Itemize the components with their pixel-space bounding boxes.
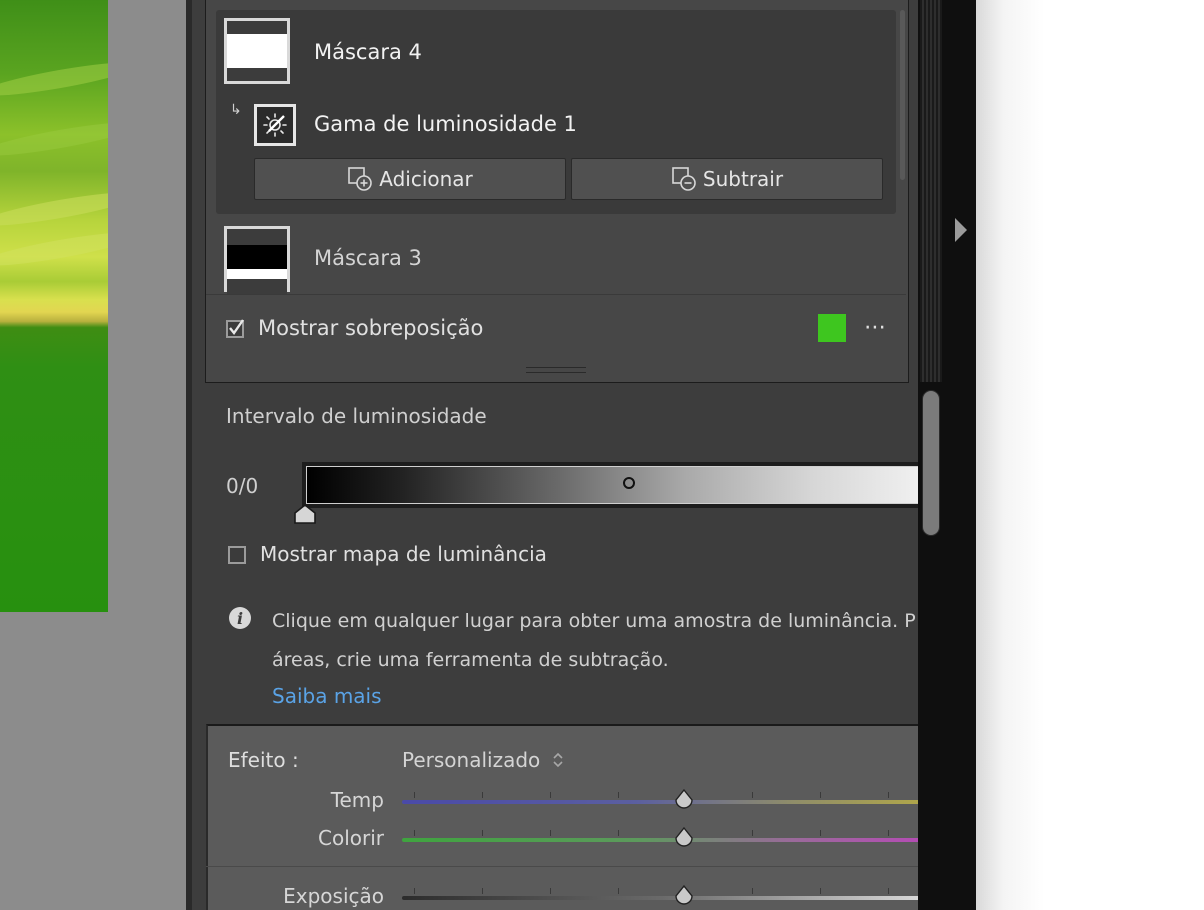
exposure-slider-knob[interactable] [673,885,695,907]
mask-list-divider [206,294,906,295]
slider-tick [752,792,753,798]
sub-component-name[interactable]: Gama de luminosidade 1 [314,112,577,136]
show-overlay-label[interactable]: Mostrar sobreposição [258,316,483,340]
add-mask-icon [347,166,373,192]
slider-tick [618,830,619,836]
slider-tick [414,830,415,836]
panel-grip[interactable] [920,0,942,382]
slider-tick [618,792,619,798]
window-background [976,0,1204,910]
exposure-slider-label: Exposição [283,884,384,908]
updown-chevron-icon[interactable] [552,751,564,769]
slider-tick [414,888,415,894]
luminance-gradient-bar[interactable] [302,462,918,508]
temp-slider-track[interactable] [402,800,918,804]
effect-label: Efeito : [228,748,299,772]
luminance-range-title: Intervalo de luminosidade [226,404,487,428]
luminance-range-value: 0/0 [226,474,259,498]
more-options-icon[interactable]: ⋯ [864,317,894,339]
mask-card-selected[interactable]: Máscara 4 ↳ Gama de luminosidade 1 Adici… [216,10,896,214]
mask-list-scrollbar[interactable] [900,10,905,180]
panel-resize-handle[interactable] [526,367,586,373]
slider-tick [482,830,483,836]
add-button[interactable]: Adicionar [254,158,566,200]
mask-4-name[interactable]: Máscara 4 [314,40,422,64]
show-luminance-map-checkbox[interactable] [228,546,246,564]
slider-tick [820,830,821,836]
exposure-slider-track[interactable] [402,896,918,900]
mask-3-thumbnail[interactable] [224,226,290,295]
info-text-line-2: áreas, crie uma ferramenta de subtração. [272,649,669,671]
slider-tick [550,888,551,894]
slider-tick [820,888,821,894]
slider-tick [482,888,483,894]
tint-slider-label: Colorir [318,826,384,850]
tint-slider-knob[interactable] [673,827,695,849]
info-text: Clique em qualquer lugar para obter uma … [272,602,918,680]
slider-tick [618,888,619,894]
luminance-low-handle[interactable] [293,504,317,524]
sub-arrow-icon: ↳ [230,102,242,118]
masking-panel: Máscara 4 ↳ Gama de luminosidade 1 Adici… [192,0,918,910]
learn-more-link[interactable]: Saiba mais [272,684,382,708]
subtract-button[interactable]: Subtrair [571,158,883,200]
add-button-label: Adicionar [379,167,473,191]
slider-tick [752,888,753,894]
checkmark-icon [229,319,244,336]
subtract-button-label: Subtrair [702,167,784,191]
show-overlay-checkbox[interactable] [226,319,244,338]
collapse-panel-arrow-icon[interactable] [955,218,967,242]
info-icon: i [229,607,251,629]
temp-slider-knob[interactable] [673,789,695,811]
slider-tick [752,830,753,836]
mask-4-thumbnail[interactable] [224,18,290,84]
slider-tick [820,792,821,798]
slider-tick [888,888,889,894]
slider-tick [888,830,889,836]
svg-text:i: i [237,609,243,628]
slider-tick [550,792,551,798]
tint-slider-track[interactable] [402,838,918,842]
luminance-range-icon[interactable] [254,104,296,146]
slider-tick [482,792,483,798]
slider-tick [550,830,551,836]
show-luminance-map-label[interactable]: Mostrar mapa de luminância [260,542,547,566]
panel-scrollbar-thumb[interactable] [922,390,940,536]
slider-tick [888,792,889,798]
effect-preset-select[interactable]: Personalizado [402,748,540,772]
slider-tick [414,792,415,798]
effect-divider [206,866,918,867]
temp-slider-label: Temp [330,788,384,812]
subtract-mask-icon [671,166,697,192]
photo-preview[interactable] [0,0,108,612]
luminance-midpoint-handle[interactable] [623,477,635,489]
mask-3-name[interactable]: Máscara 3 [314,246,422,270]
overlay-color-swatch[interactable] [818,314,846,342]
info-text-line-1: Clique em qualquer lugar para obter uma … [272,610,916,632]
